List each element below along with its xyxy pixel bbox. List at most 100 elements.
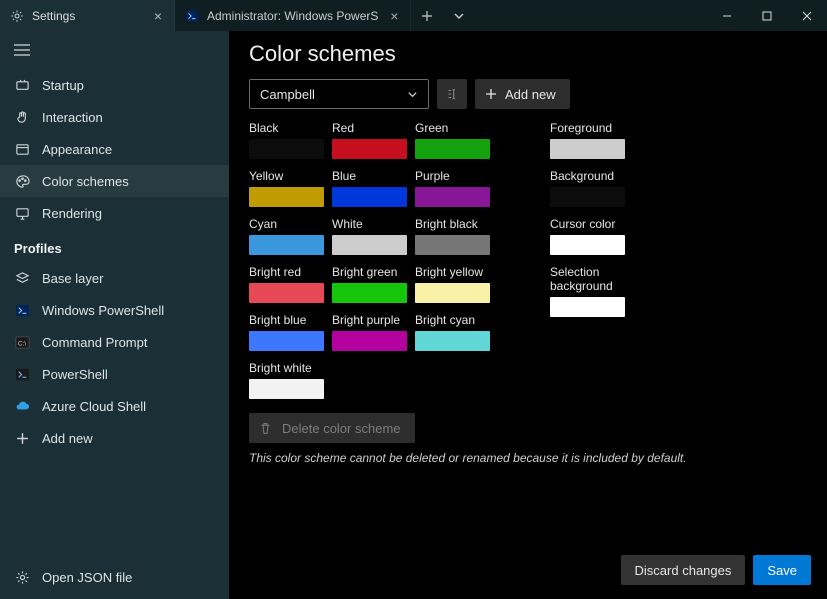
swatch-label: Selection background bbox=[550, 265, 625, 293]
sidebar-profile-command-prompt[interactable]: C:\ Command Prompt bbox=[0, 326, 229, 358]
swatch-row: Bright white bbox=[249, 361, 490, 399]
swatch-label: Bright white bbox=[249, 361, 324, 375]
swatch-box[interactable] bbox=[249, 283, 324, 303]
sidebar-item-color-schemes[interactable]: Color schemes bbox=[0, 165, 229, 197]
color-swatch[interactable]: Selection background bbox=[550, 265, 625, 317]
color-swatch[interactable]: Cyan bbox=[249, 217, 324, 255]
close-icon[interactable]: × bbox=[386, 9, 402, 23]
close-window-button[interactable] bbox=[787, 0, 827, 31]
sidebar-profile-powershell[interactable]: PowerShell bbox=[0, 358, 229, 390]
swatch-box[interactable] bbox=[249, 235, 324, 255]
swatch-box[interactable] bbox=[332, 283, 407, 303]
color-swatch[interactable]: Bright white bbox=[249, 361, 324, 399]
swatch-box[interactable] bbox=[332, 331, 407, 351]
swatch-box[interactable] bbox=[249, 139, 324, 159]
scheme-select-value: Campbell bbox=[260, 87, 315, 102]
close-icon[interactable]: × bbox=[150, 9, 166, 23]
swatch-box[interactable] bbox=[249, 379, 324, 399]
swatch-row: Cyan White Bright black bbox=[249, 217, 490, 255]
color-swatch[interactable]: White bbox=[332, 217, 407, 255]
swatch-row: Cursor color bbox=[550, 217, 625, 255]
powershell-icon bbox=[185, 9, 199, 23]
swatch-box[interactable] bbox=[415, 235, 490, 255]
cmd-icon: C:\ bbox=[14, 334, 30, 350]
color-swatch[interactable]: Black bbox=[249, 121, 324, 159]
sidebar-item-interaction[interactable]: Interaction bbox=[0, 101, 229, 133]
discard-changes-button[interactable]: Discard changes bbox=[621, 555, 746, 585]
azure-icon bbox=[14, 398, 30, 414]
swatch-box[interactable] bbox=[332, 139, 407, 159]
swatch-row: BlackRed Green bbox=[249, 121, 490, 159]
swatch-box[interactable] bbox=[332, 235, 407, 255]
swatch-box[interactable] bbox=[415, 283, 490, 303]
maximize-button[interactable] bbox=[747, 0, 787, 31]
color-swatch[interactable]: Blue bbox=[332, 169, 407, 207]
swatch-row: Bright blue Bright purple Bright cyan bbox=[249, 313, 490, 351]
swatch-box[interactable] bbox=[415, 331, 490, 351]
powershell-icon bbox=[14, 366, 30, 382]
sidebar-profile-base-layer[interactable]: Base layer bbox=[0, 262, 229, 294]
sidebar: Startup Interaction Appearance Color sch… bbox=[0, 31, 229, 599]
tab-dropdown-button[interactable] bbox=[443, 0, 475, 31]
hand-icon bbox=[14, 109, 30, 125]
new-tab-button[interactable] bbox=[411, 0, 443, 31]
swatch-label: Bright blue bbox=[249, 313, 324, 327]
swatch-label: Bright cyan bbox=[415, 313, 490, 327]
content-footer: Discard changes Save bbox=[229, 541, 827, 599]
color-swatch[interactable]: Bright cyan bbox=[415, 313, 490, 351]
swatch-box[interactable] bbox=[550, 139, 625, 159]
tab-powershell[interactable]: Administrator: Windows PowerS × bbox=[175, 0, 411, 31]
swatch-box[interactable] bbox=[249, 331, 324, 351]
swatch-label: Green bbox=[415, 121, 490, 135]
sidebar-profile-azure-cloud-shell[interactable]: Azure Cloud Shell bbox=[0, 390, 229, 422]
color-swatch[interactable]: Bright red bbox=[249, 265, 324, 303]
color-swatch[interactable]: Green bbox=[415, 121, 490, 159]
color-swatch[interactable]: Purple bbox=[415, 169, 490, 207]
color-swatch[interactable]: Bright black bbox=[415, 217, 490, 255]
sidebar-profile-windows-powershell[interactable]: Windows PowerShell bbox=[0, 294, 229, 326]
color-swatch[interactable]: Cursor color bbox=[550, 217, 625, 255]
swatch-row: Selection background bbox=[550, 265, 625, 317]
swatch-box[interactable] bbox=[249, 187, 324, 207]
sidebar-item-startup[interactable]: Startup bbox=[0, 69, 229, 101]
swatch-box[interactable] bbox=[550, 187, 625, 207]
tab-settings[interactable]: Settings × bbox=[0, 0, 175, 31]
open-json-file-button[interactable]: Open JSON file bbox=[0, 561, 229, 593]
scheme-select[interactable]: Campbell bbox=[249, 79, 429, 109]
add-new-label: Add new bbox=[505, 87, 556, 102]
color-swatch[interactable]: Yellow bbox=[249, 169, 324, 207]
color-swatch[interactable]: Bright green bbox=[332, 265, 407, 303]
add-new-scheme-button[interactable]: Add new bbox=[475, 79, 570, 109]
color-swatch[interactable]: Bright purple bbox=[332, 313, 407, 351]
color-swatch[interactable]: Red bbox=[332, 121, 407, 159]
swatch-grid-right: Foreground Background Cursor color Selectio… bbox=[550, 121, 625, 399]
sidebar-add-new-profile[interactable]: Add new bbox=[0, 422, 229, 454]
hamburger-button[interactable] bbox=[0, 31, 229, 69]
swatch-label: White bbox=[332, 217, 407, 231]
delete-label: Delete color scheme bbox=[282, 421, 401, 436]
swatch-box[interactable] bbox=[415, 139, 490, 159]
color-swatch[interactable]: Bright blue bbox=[249, 313, 324, 351]
content-area: Color schemes Campbell Add new BlackRed G… bbox=[229, 31, 827, 599]
swatch-box[interactable] bbox=[332, 187, 407, 207]
color-swatch[interactable]: Foreground bbox=[550, 121, 625, 159]
swatch-box[interactable] bbox=[550, 297, 625, 317]
color-swatch[interactable]: Bright yellow bbox=[415, 265, 490, 303]
rename-scheme-button[interactable] bbox=[437, 79, 467, 109]
sidebar-item-rendering[interactable]: Rendering bbox=[0, 197, 229, 229]
color-swatch[interactable]: Background bbox=[550, 169, 625, 207]
sidebar-item-appearance[interactable]: Appearance bbox=[0, 133, 229, 165]
swatch-box[interactable] bbox=[550, 235, 625, 255]
trash-icon bbox=[259, 422, 272, 435]
page-title: Color schemes bbox=[249, 41, 807, 67]
swatch-box[interactable] bbox=[415, 187, 490, 207]
sidebar-item-label: Base layer bbox=[42, 271, 103, 286]
sidebar-item-label: Color schemes bbox=[42, 174, 129, 189]
save-button[interactable]: Save bbox=[753, 555, 811, 585]
minimize-button[interactable] bbox=[707, 0, 747, 31]
swatch-row: Foreground bbox=[550, 121, 625, 159]
swatch-label: Cyan bbox=[249, 217, 324, 231]
sidebar-item-label: Windows PowerShell bbox=[42, 303, 164, 318]
title-bar: Settings × Administrator: Windows PowerS… bbox=[0, 0, 827, 31]
swatch-label: Foreground bbox=[550, 121, 625, 135]
